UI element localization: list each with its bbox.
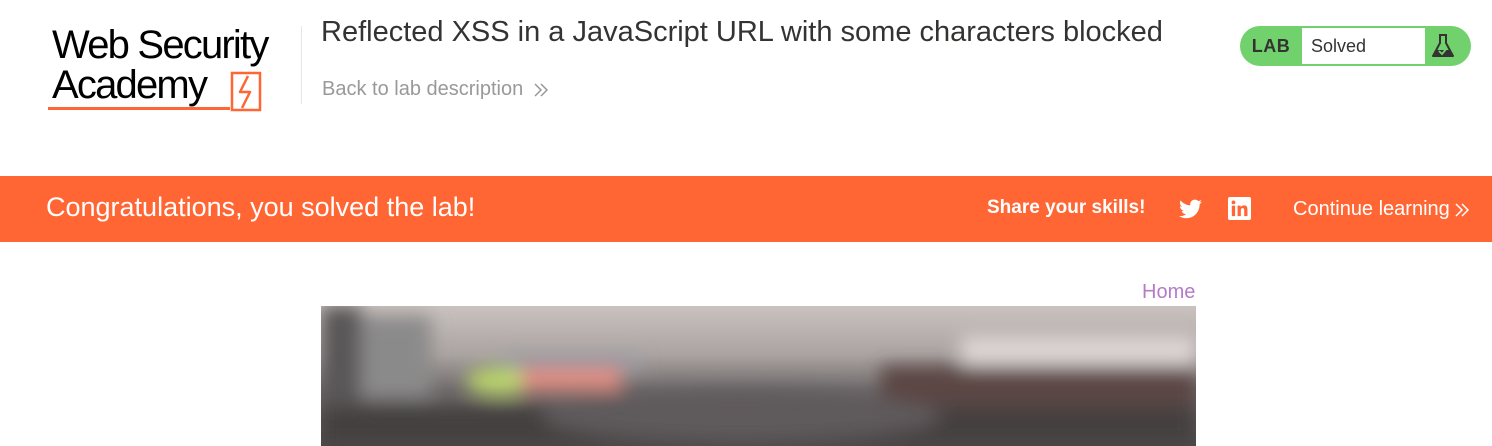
back-to-lab-description-link[interactable]: Back to lab description — [322, 78, 549, 101]
home-link[interactable]: Home — [1142, 281, 1195, 304]
congratulations-message: Congratulations, you solved the lab! — [46, 192, 476, 222]
double-chevron-right-icon — [1455, 202, 1469, 217]
continue-learning-label: Continue learning — [1293, 198, 1450, 220]
blurred-desk-photo — [321, 306, 1196, 446]
back-link-label: Back to lab description — [322, 78, 524, 100]
page-header: Web Security Academy Reflected XSS in a … — [0, 0, 1492, 176]
logo-text-line2: Academy — [52, 63, 208, 107]
hero-image — [321, 306, 1196, 446]
logo-bolt-icon — [230, 71, 262, 112]
lab-title: Reflected XSS in a JavaScript URL with s… — [321, 16, 1163, 48]
lab-status-label: LAB — [1251, 36, 1291, 56]
solved-banner: Congratulations, you solved the lab! Sha… — [0, 176, 1492, 242]
share-skills-label: Share your skills! — [987, 197, 1146, 218]
header-divider — [301, 26, 302, 104]
lab-status-state: Solved — [1302, 28, 1425, 64]
logo-text-line1: Web Security — [52, 23, 269, 67]
twitter-icon[interactable] — [1178, 197, 1203, 222]
lab-status-badge: LAB Solved — [1240, 26, 1471, 66]
web-security-academy-logo[interactable]: Web Security Academy — [48, 24, 302, 114]
continue-learning-link[interactable]: Continue learning — [1293, 198, 1470, 221]
linkedin-icon[interactable] — [1228, 197, 1251, 220]
logo-underline — [48, 107, 230, 110]
flask-icon — [1432, 34, 1454, 57]
double-chevron-right-icon — [534, 82, 549, 97]
